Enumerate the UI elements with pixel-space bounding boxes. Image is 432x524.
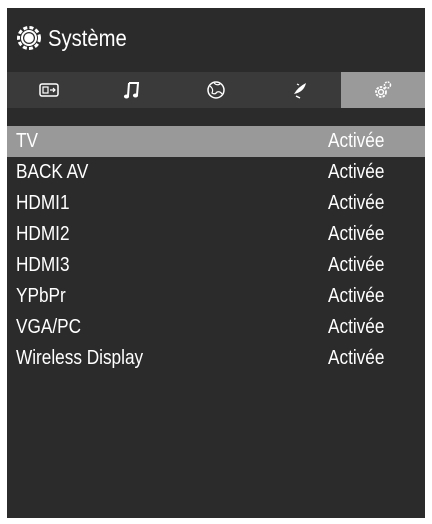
tab-system[interactable]: [341, 72, 425, 108]
menu-header: Système: [7, 8, 425, 68]
source-name: HDMI2: [16, 223, 70, 245]
source-list: TV Activée BACK AV Activée HDMI1 Activée…: [7, 126, 425, 374]
list-item[interactable]: Wireless Display Activée: [7, 343, 425, 374]
list-item[interactable]: HDMI3 Activée: [7, 250, 425, 281]
page-title: Système: [48, 24, 127, 51]
source-name: Wireless Display: [16, 347, 144, 369]
list-item[interactable]: HDMI2 Activée: [7, 219, 425, 250]
source-name: HDMI1: [16, 192, 70, 214]
category-tabs: [7, 72, 425, 108]
tab-network[interactable]: [174, 72, 258, 108]
list-item[interactable]: VGA/PC Activée: [7, 312, 425, 343]
source-status: Activée: [328, 254, 385, 276]
source-status: Activée: [328, 223, 385, 245]
satellite-dish-icon: [289, 79, 311, 101]
tab-channels[interactable]: [258, 72, 342, 108]
source-name: VGA/PC: [16, 316, 81, 338]
picture-icon: [38, 79, 60, 101]
tab-picture[interactable]: [7, 72, 91, 108]
system-menu-panel: Système TV Activée BACK AV Activée HDMI1…: [7, 8, 425, 518]
source-status: Activée: [328, 285, 385, 307]
music-note-icon: [121, 79, 143, 101]
source-status: Activée: [328, 347, 385, 369]
source-name: HDMI3: [16, 254, 70, 276]
source-status: Activée: [328, 192, 385, 214]
source-status: Activée: [328, 316, 385, 338]
source-name: TV: [16, 130, 38, 152]
list-item[interactable]: BACK AV Activée: [7, 157, 425, 188]
source-name: BACK AV: [16, 161, 89, 183]
list-item[interactable]: YPbPr Activée: [7, 281, 425, 312]
source-name: YPbPr: [16, 285, 66, 307]
settings-gears-icon: [372, 79, 394, 101]
list-item[interactable]: TV Activée: [7, 126, 425, 157]
list-item[interactable]: HDMI1 Activée: [7, 188, 425, 219]
gear-icon: [16, 25, 42, 51]
source-status: Activée: [328, 130, 385, 152]
source-status: Activée: [328, 161, 385, 183]
globe-icon: [205, 79, 227, 101]
tab-sound[interactable]: [91, 72, 175, 108]
